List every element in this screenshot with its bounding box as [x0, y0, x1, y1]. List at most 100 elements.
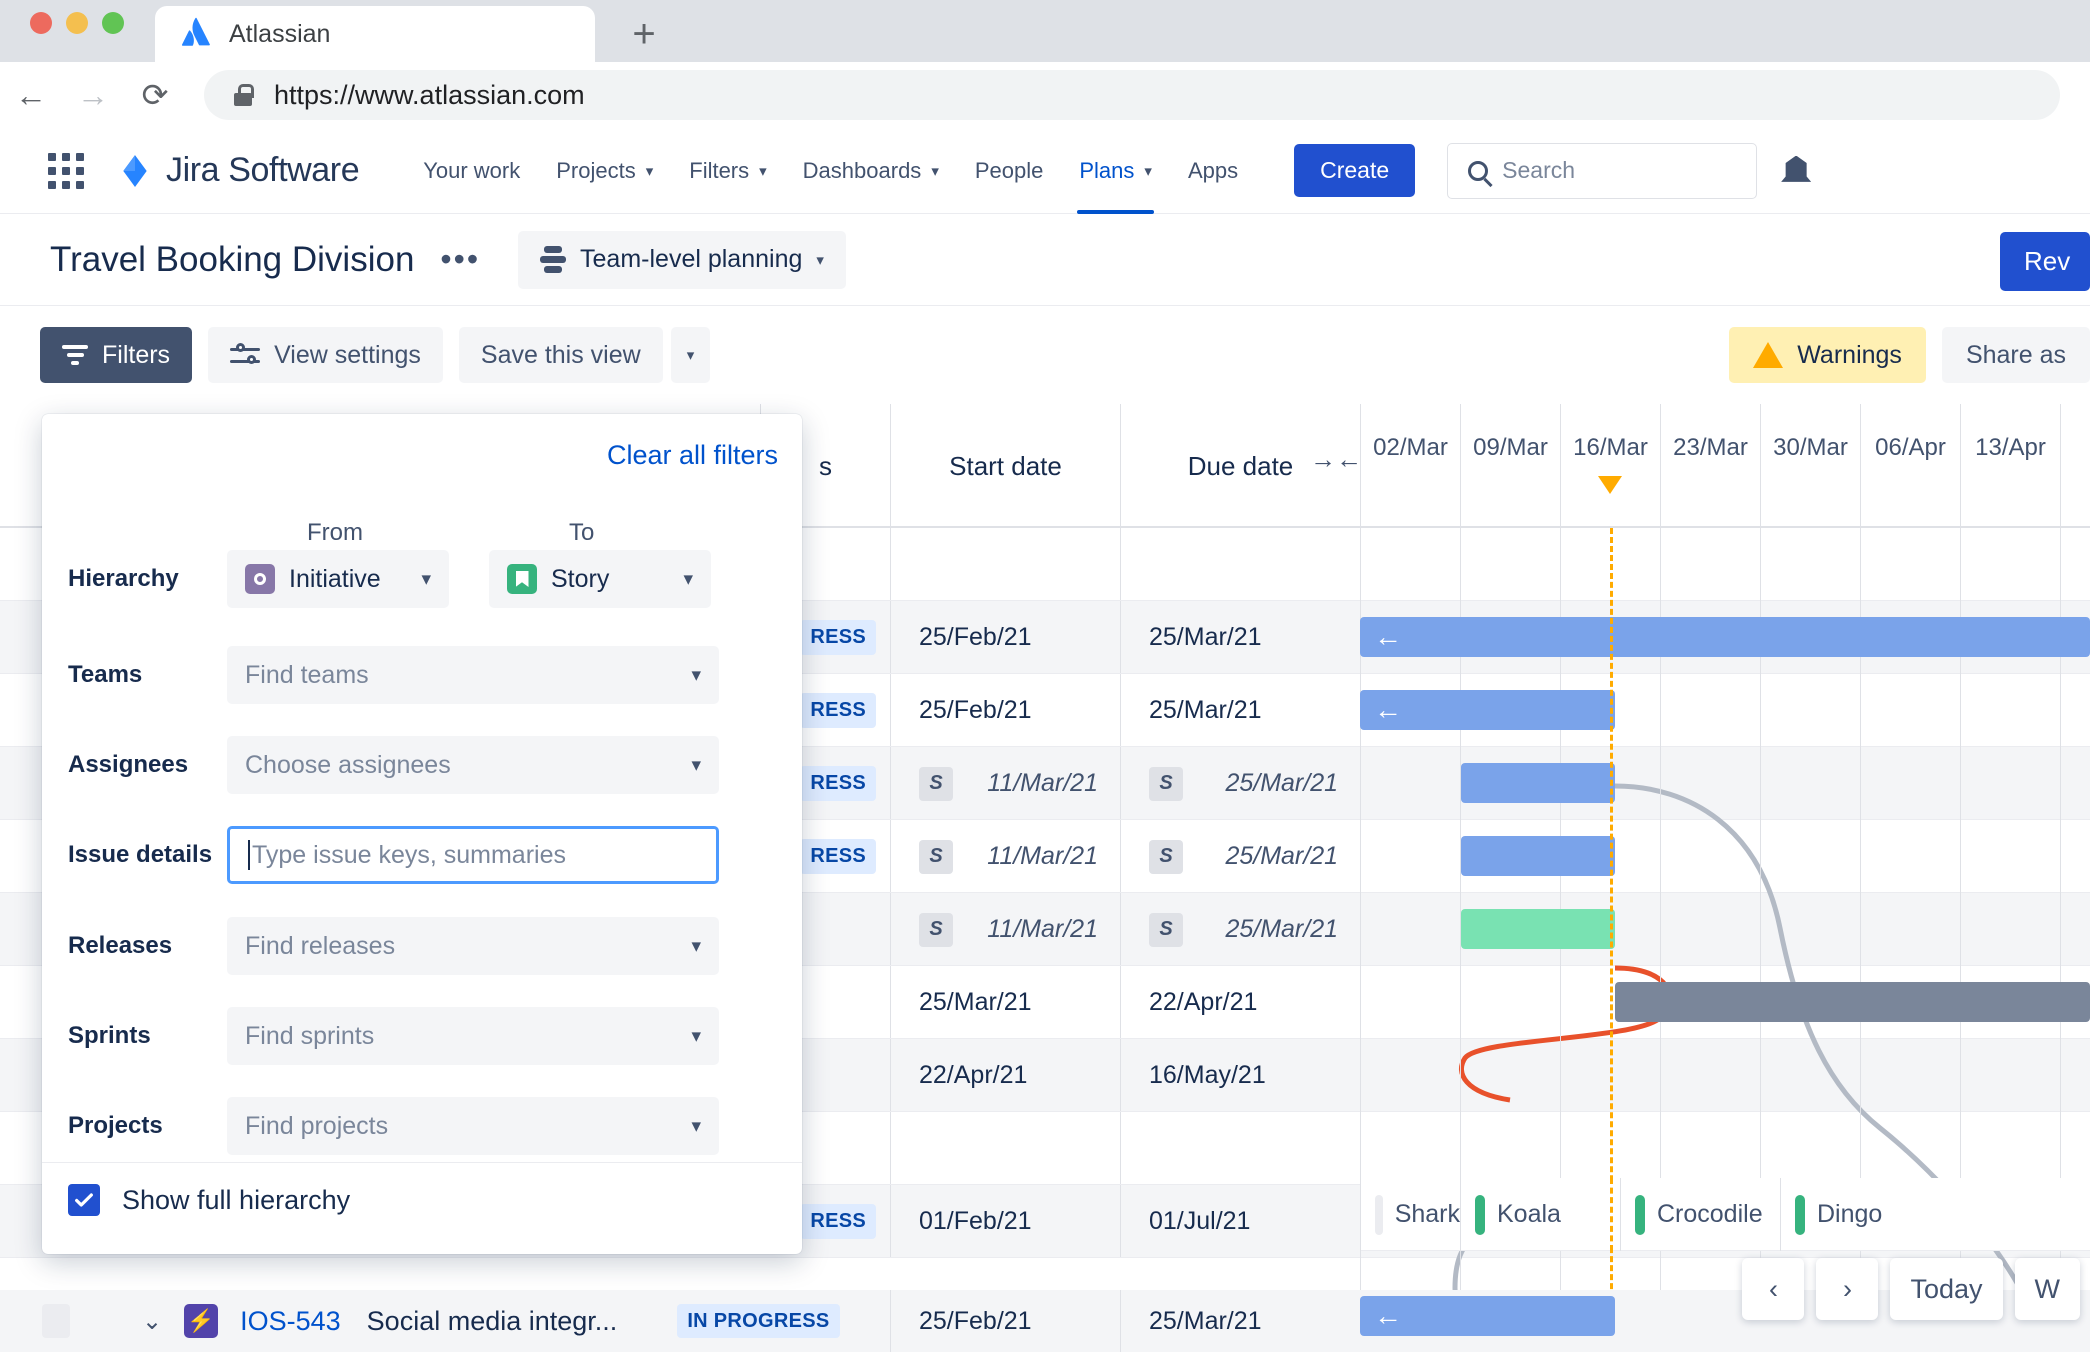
timeline-zoom-button[interactable]: W	[2014, 1258, 2080, 1320]
nav-item-dashboards[interactable]: Dashboards ▾	[785, 128, 957, 214]
hierarchy-label: Hierarchy	[68, 565, 179, 592]
nav-item-apps[interactable]: Apps	[1170, 128, 1256, 214]
close-window-button[interactable]	[30, 12, 52, 34]
cell-start-date[interactable]: S 11/Mar/21	[890, 747, 1120, 820]
cell-start-date[interactable]: 01/Feb/21	[890, 1185, 1120, 1258]
cell-due-date[interactable]: S 25/Mar/21	[1120, 893, 1360, 966]
warnings-button[interactable]: Warnings	[1729, 327, 1926, 383]
new-tab-button[interactable]: +	[622, 12, 666, 56]
timeline-date-tick: 16/Mar	[1560, 404, 1660, 528]
teams-placeholder: Find teams	[245, 660, 369, 689]
cell-start-date[interactable]	[890, 528, 1120, 601]
review-changes-button[interactable]: Rev	[2000, 232, 2090, 291]
gantt-bar[interactable]: ←	[1360, 690, 1615, 730]
view-settings-button[interactable]: View settings	[208, 327, 443, 383]
check-icon	[75, 1193, 93, 1207]
cell-start-date[interactable]	[890, 1112, 1120, 1185]
due-date-value: 25/Mar/21	[1225, 769, 1338, 797]
timeline-prev-button[interactable]: ‹	[1742, 1258, 1805, 1320]
hierarchy-from-select[interactable]: Initiative ▾	[227, 550, 449, 608]
cell-due-date[interactable]: S 25/Mar/21	[1120, 747, 1360, 820]
warning-triangle-icon	[1753, 342, 1784, 368]
column-header-start-date[interactable]: Start date	[890, 404, 1120, 528]
timeline-next-button[interactable]: ›	[1816, 1258, 1879, 1320]
reload-button[interactable]: ⟳	[124, 76, 186, 114]
cell-start-date[interactable]: 25/Feb/21	[890, 601, 1120, 674]
url-bar[interactable]: https://www.atlassian.com	[204, 70, 2060, 120]
expand-row-icon[interactable]: ⌄	[142, 1307, 162, 1336]
search-input[interactable]: Search	[1447, 142, 1758, 199]
cell-due-date[interactable]: 22/Apr/21	[1120, 966, 1360, 1039]
jira-logo[interactable]: Jira Software	[118, 151, 360, 190]
team-status-pill	[1635, 1194, 1645, 1235]
save-view-dropdown-button[interactable]: ▾	[670, 327, 711, 383]
issue-details-input[interactable]: Type issue keys, summaries	[227, 826, 719, 884]
nav-label: Projects	[556, 157, 636, 183]
team-status-pill	[1475, 1194, 1485, 1235]
projects-input[interactable]: Find projects ▾	[227, 1097, 719, 1155]
nav-item-projects[interactable]: Projects ▾	[538, 128, 671, 214]
chevron-down-icon: ▾	[691, 754, 701, 776]
cell-due-date[interactable]: 25/Mar/21	[1120, 601, 1360, 674]
releases-input[interactable]: Find releases ▾	[227, 917, 719, 975]
cell-start-date[interactable]: 22/Apr/21	[890, 1039, 1120, 1112]
page-title: Travel Booking Division	[50, 239, 415, 279]
window-traffic-lights	[30, 12, 124, 34]
team-label-item[interactable]: Koala	[1460, 1178, 1620, 1251]
forward-button[interactable]: →	[62, 77, 124, 114]
cell-start-date[interactable]: S 11/Mar/21	[890, 820, 1120, 893]
timeline-navigation-controls: ‹ › Today W	[1742, 1258, 2080, 1320]
cell-start-date[interactable]: 25/Mar/21	[890, 966, 1120, 1039]
cell-due-date[interactable]	[1120, 1112, 1360, 1185]
teams-input[interactable]: Find teams ▾	[227, 646, 719, 704]
cell-due-date[interactable]: 01/Jul/21	[1120, 1185, 1360, 1258]
back-button[interactable]: ←	[0, 77, 62, 114]
team-label-item[interactable]: Dingo	[1780, 1178, 2090, 1251]
browser-tab[interactable]: Atlassian	[155, 6, 595, 62]
timeline-today-button[interactable]: Today	[1890, 1258, 2003, 1320]
row-checkbox[interactable]	[42, 1304, 70, 1338]
notifications-icon[interactable]	[1781, 155, 1812, 182]
gantt-bar[interactable]	[1461, 836, 1615, 876]
cell-due-date[interactable]: 25/Mar/21	[1120, 674, 1360, 747]
clear-all-filters-link[interactable]: Clear all filters	[607, 440, 778, 471]
cell-due-date[interactable]	[1120, 528, 1360, 601]
epic-type-icon: ⚡	[184, 1304, 219, 1338]
app-switcher-icon[interactable]	[48, 152, 84, 189]
nav-item-filters[interactable]: Filters ▾	[671, 128, 784, 214]
hierarchy-to-select[interactable]: Story ▾	[489, 550, 711, 608]
timeline-date-tick: 30/Mar	[1760, 404, 1860, 528]
share-as-button[interactable]: Share as	[1941, 327, 2090, 383]
maximize-window-button[interactable]	[102, 12, 124, 34]
assignees-input[interactable]: Choose assignees ▾	[227, 736, 719, 794]
issue-key-link[interactable]: IOS-543	[240, 1306, 341, 1337]
team-label-item[interactable]: Crocodile	[1620, 1178, 1780, 1251]
gantt-bar[interactable]	[1615, 982, 2090, 1022]
gantt-bar[interactable]	[1461, 909, 1615, 949]
gantt-bar[interactable]: ←	[1360, 1296, 1615, 1336]
nav-item-your-work[interactable]: Your work	[405, 128, 538, 214]
nav-item-people[interactable]: People	[957, 128, 1062, 214]
plan-more-actions-button[interactable]: •••	[440, 241, 480, 278]
gantt-bar[interactable]: ←	[1360, 617, 2090, 657]
minimize-window-button[interactable]	[66, 12, 88, 34]
planning-level-selector[interactable]: Team-level planning ▾	[518, 230, 846, 289]
chevron-down-icon: ▾	[759, 162, 767, 180]
filters-button[interactable]: Filters	[40, 327, 193, 383]
sprint-indicator-tag: S	[919, 839, 953, 874]
team-label-item[interactable]: Shark	[1360, 1178, 1460, 1251]
nav-item-plans[interactable]: Plans ▾	[1061, 128, 1170, 214]
cell-start-date[interactable]: S 11/Mar/21	[890, 893, 1120, 966]
cell-due-date[interactable]: 16/May/21	[1120, 1039, 1360, 1112]
create-button[interactable]: Create	[1294, 144, 1416, 197]
chevron-down-icon: ▾	[691, 1115, 701, 1137]
gantt-bar[interactable]	[1461, 763, 1615, 803]
browser-chrome: Atlassian + ← → ⟳ https://www.atlassian.…	[0, 0, 2090, 128]
save-view-button[interactable]: Save this view	[458, 327, 663, 383]
cell-due-date[interactable]: S 25/Mar/21	[1120, 820, 1360, 893]
show-full-hierarchy-checkbox[interactable]	[68, 1184, 100, 1216]
sprints-filter-row: Sprints Find sprints ▾	[42, 1007, 802, 1065]
sprints-input[interactable]: Find sprints ▾	[227, 1007, 719, 1065]
cell-start-date[interactable]: 25/Feb/21	[890, 674, 1120, 747]
collapse-columns-icon[interactable]: →←	[1310, 444, 1362, 475]
